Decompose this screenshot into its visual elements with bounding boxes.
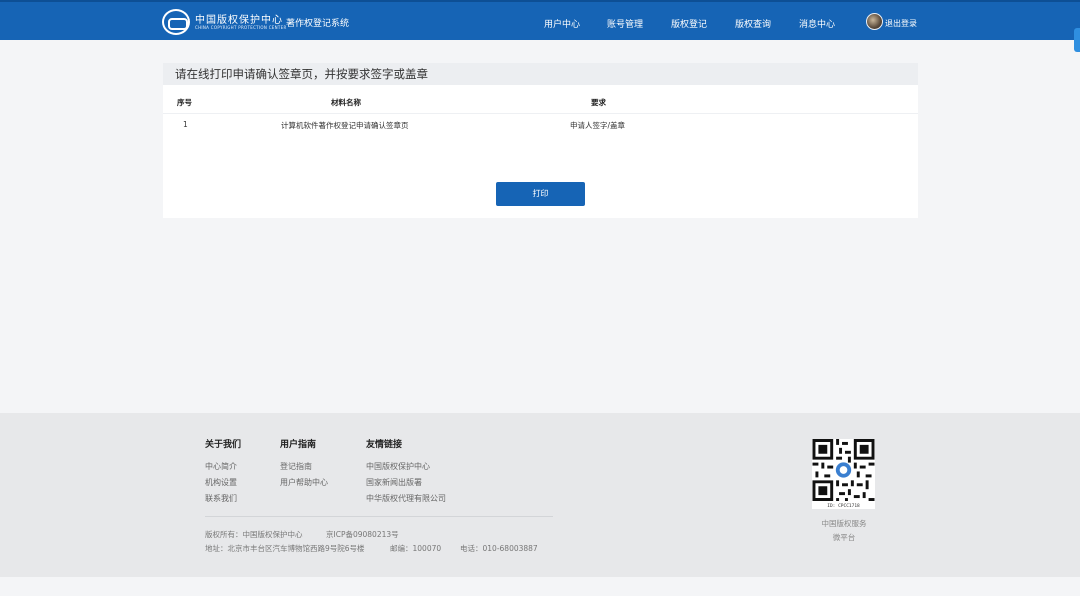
footer-heading-friendly-links: 友情链接 — [366, 440, 403, 450]
logo[interactable]: 中国版权保护中心 CHINA COPYRIGHT PROTECTION CENT… — [162, 9, 286, 35]
cpcc-emblem-icon — [162, 9, 190, 35]
footer-link-center-intro[interactable]: 中心简介 — [205, 461, 237, 472]
side-float-tab[interactable] — [1074, 28, 1080, 52]
avatar[interactable] — [866, 13, 883, 30]
footer-heading-about: 关于我们 — [205, 440, 242, 450]
nav-account-management[interactable]: 账号管理 — [607, 17, 643, 30]
print-button[interactable]: 打印 — [496, 182, 585, 206]
footer-divider — [205, 516, 553, 517]
footer-phone: 电话：010-68003887 — [460, 544, 538, 553]
footer-link-help-center[interactable]: 用户帮助中心 — [280, 477, 328, 488]
footer-link-cpcc[interactable]: 中国版权保护中心 — [366, 461, 430, 472]
footer-heading-user-guide: 用户指南 — [280, 440, 317, 450]
nav-copyright-registration[interactable]: 版权登记 — [671, 17, 707, 30]
table-divider — [163, 113, 918, 114]
footer-address: 地址：北京市丰台区汽车博物馆西路9号院6号楼 — [205, 544, 365, 553]
wechat-qr-code: ID: CPCC1718 — [812, 439, 875, 509]
bottom-strip — [0, 577, 1080, 596]
footer-link-organization[interactable]: 机构设置 — [205, 477, 237, 488]
table-cell-material-name: 计算机软件著作权登记申请确认签章页 — [281, 121, 409, 130]
footer-link-nppa[interactable]: 国家新闻出版署 — [366, 477, 422, 488]
footer-postcode: 邮编：100070 — [390, 544, 442, 553]
print-confirmation-panel: 请在线打印申请确认签章页，并按要求签字或盖章 序号 材料名称 要求 1 计算机软… — [163, 63, 918, 218]
qr-code-icon — [812, 439, 875, 501]
table-cell-requirement: 申请人签字/盖章 — [570, 121, 626, 130]
qr-caption-line-1: 中国版权服务 — [821, 519, 867, 528]
nav-user-center[interactable]: 用户中心 — [544, 17, 580, 30]
system-name: 著作权登记系统 — [286, 19, 350, 29]
logo-english-name: CHINA COPYRIGHT PROTECTION CENTER — [195, 25, 287, 30]
logo-chinese-name: 中国版权保护中心 — [195, 15, 283, 26]
column-header-requirement: 要求 — [591, 98, 606, 107]
nav-message-center[interactable]: 消息中心 — [799, 17, 835, 30]
footer-link-ccct[interactable]: 中华版权代理有限公司 — [366, 493, 446, 504]
qr-id: ID: CPCC1718 — [827, 504, 860, 509]
column-header-index: 序号 — [177, 98, 192, 107]
logout-link[interactable]: 退出登录 — [885, 18, 917, 29]
footer-link-registration-guide[interactable]: 登记指南 — [280, 461, 312, 472]
qr-caption-line-2: 微平台 — [832, 533, 856, 542]
panel-title: 请在线打印申请确认签章页，并按要求签字或盖章 — [163, 63, 918, 85]
table-cell-index: 1 — [183, 120, 188, 129]
nav-copyright-query[interactable]: 版权查询 — [735, 17, 771, 30]
footer-copyright: 版权所有：中国版权保护中心 — [205, 530, 303, 539]
column-header-material-name: 材料名称 — [331, 98, 361, 107]
top-header: 中国版权保护中心 CHINA COPYRIGHT PROTECTION CENT… — [0, 0, 1080, 40]
footer-link-contact-us[interactable]: 联系我们 — [205, 493, 237, 504]
footer-icp[interactable]: 京ICP备09080213号 — [326, 529, 399, 540]
footer: 关于我们 中心简介 机构设置 联系我们 用户指南 登记指南 用户帮助中心 友情链… — [0, 413, 1080, 577]
